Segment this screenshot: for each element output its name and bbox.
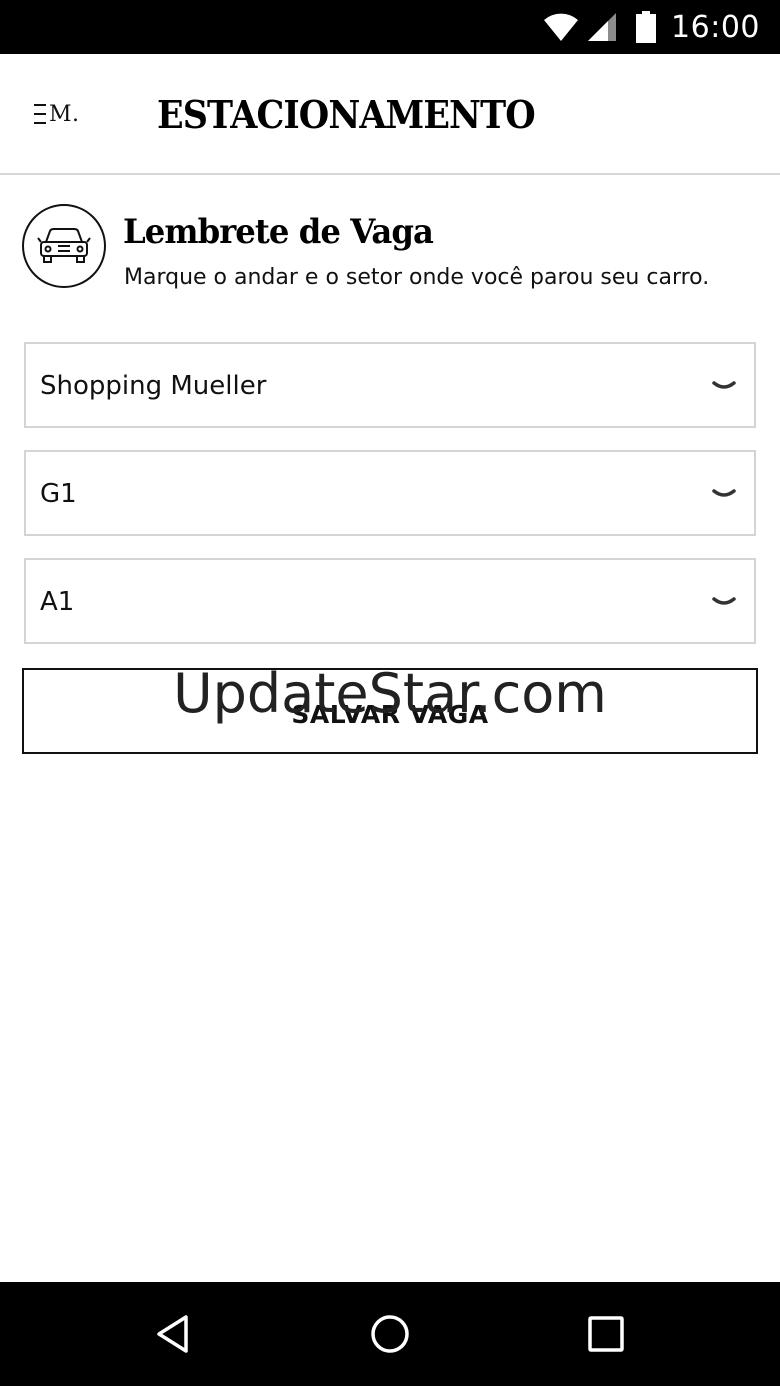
menu-icon [34, 104, 46, 124]
save-spot-button[interactable]: SALVAR VAGA [22, 668, 758, 754]
recent-apps-button[interactable] [551, 1282, 661, 1386]
chevron-down-icon [712, 489, 736, 497]
back-button[interactable] [118, 1282, 228, 1386]
chevron-down-icon [712, 381, 736, 389]
section-title: Lembrete de Vaga [123, 212, 434, 252]
battery-icon [636, 11, 657, 43]
chevron-down-icon [712, 597, 736, 605]
home-icon [371, 1315, 409, 1353]
sector-select-value: A1 [40, 587, 75, 617]
page-title: ESTACIONAMENTO [157, 92, 536, 137]
car-badge [22, 204, 106, 288]
status-icons: 16:00 [543, 0, 760, 54]
mall-select-value: Shopping Mueller [40, 371, 267, 401]
car-icon [37, 228, 91, 263]
status-bar: 16:00 [0, 0, 780, 54]
clock: 16:00 [671, 9, 760, 45]
mall-select[interactable]: Shopping Mueller [24, 342, 756, 428]
home-button[interactable] [335, 1282, 445, 1386]
recent-apps-icon [588, 1316, 624, 1352]
back-icon [157, 1315, 188, 1353]
sector-select[interactable]: A1 [24, 558, 756, 644]
app-header: M. ESTACIONAMENTO [0, 54, 780, 175]
menu-button[interactable]: M. [34, 100, 80, 128]
section-subtitle: Marque o andar e o setor onde você parou… [124, 265, 710, 290]
navigation-bar [0, 1282, 780, 1386]
wifi-icon [544, 13, 579, 41]
brand-logo: M. [49, 101, 80, 127]
signal-icon [588, 13, 617, 41]
floor-select-value: G1 [40, 479, 77, 509]
save-spot-label: SALVAR VAGA [291, 699, 489, 729]
floor-select[interactable]: G1 [24, 450, 756, 536]
